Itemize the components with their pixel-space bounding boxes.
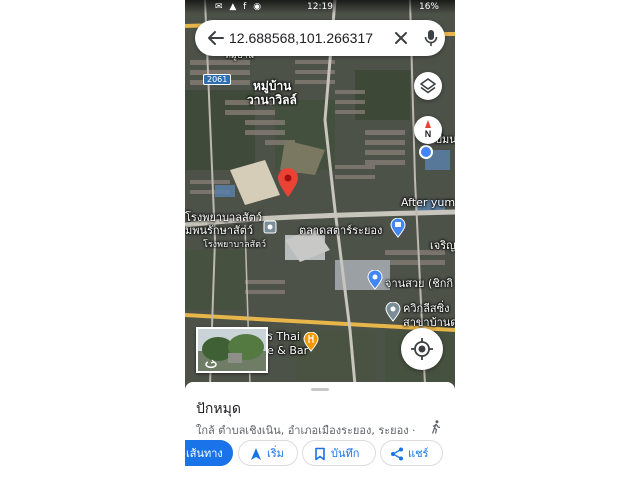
directions-button[interactable]: เส้นทาง — [185, 440, 233, 466]
compass-north-label: N — [424, 129, 432, 139]
street-view-image — [198, 329, 266, 371]
map-label-village-line1: หมู่บ้าน — [253, 79, 292, 93]
layers-button[interactable] — [414, 72, 442, 100]
battery-level: 16% — [418, 2, 439, 12]
share-label: แชร์ — [408, 447, 429, 460]
back-arrow-icon[interactable] — [207, 29, 225, 47]
map-label-bank: จานสวย (ชิกกิ — [385, 277, 454, 290]
street-view-thumbnail[interactable] — [196, 327, 268, 373]
shopping-marker-icon[interactable] — [390, 218, 406, 238]
poi-marker-icon[interactable] — [263, 220, 277, 234]
save-button[interactable]: บันทึก — [302, 440, 376, 466]
start-button[interactable]: เริ่ม — [238, 440, 298, 466]
map-label-clinic-line1: ควิกลีสซิ่ง — [403, 302, 450, 315]
close-icon[interactable] — [393, 30, 409, 46]
phone-screen: 2061 หมู่บ้าน หมู่บ้าน วานาวิลล์ ปั้มน โ… — [185, 0, 455, 480]
map-label-hospital-line1: โรงพยาบาลสัตว์ — [185, 211, 262, 224]
layers-icon — [420, 78, 436, 94]
walk-icon — [431, 420, 441, 434]
dropped-pin-icon[interactable] — [277, 168, 299, 198]
service-marker-icon[interactable] — [385, 302, 401, 322]
map-label-right-cut: เจริญ — [430, 239, 455, 252]
road-shield: 2061 — [203, 74, 232, 85]
bookmark-icon — [315, 447, 325, 461]
action-chips: เส้นทาง เริ่ม บันทึก แชร์ — [185, 440, 455, 470]
mic-icon[interactable] — [423, 29, 439, 47]
my-location-icon — [411, 338, 433, 360]
map-label-market: ตลาดสตาร์ระยอง — [299, 224, 383, 237]
place-subtitle: ใกล้ ตำบลเชิงเนิน, อำเภอเมืองระยอง, ระยอ… — [196, 424, 416, 437]
map-label-restaurant-line1: ร Thai — [267, 330, 300, 343]
save-label: บันทึก — [331, 447, 360, 460]
map-label-hospital-line2: มพนรักษาสัตว์ — [185, 224, 254, 237]
place-title: ปักหมุด — [196, 401, 241, 417]
restaurant-marker-icon[interactable] — [303, 332, 319, 352]
share-icon — [391, 447, 403, 461]
sheet-drag-handle[interactable] — [311, 388, 329, 391]
status-time: 12:19 — [307, 2, 333, 12]
my-location-button[interactable] — [401, 328, 443, 370]
navigation-arrow-icon — [251, 448, 261, 460]
map-label-hospital-line3: โรงพยาบาลสัตว์ — [203, 240, 266, 250]
search-bar[interactable]: 12.688568,101.266317 — [195, 20, 445, 56]
start-label: เริ่ม — [267, 447, 284, 460]
compass-button[interactable]: N — [414, 116, 442, 144]
map-label-village-line2: วานาวิลล์ — [247, 93, 297, 107]
place-bottom-sheet[interactable]: ปักหมุด ใกล้ ตำบลเชิงเนิน, อำเภอเมืองระย… — [185, 382, 455, 480]
notification-icons: ✉ ▲ f ◉ — [215, 2, 264, 12]
map-label-after-yum: After yum — [401, 196, 455, 209]
shopping-marker-icon-2[interactable] — [367, 270, 383, 290]
map-label-restaurant-line2: e & Bar — [267, 344, 309, 357]
directions-label: เส้นทาง — [186, 447, 223, 460]
search-query[interactable]: 12.688568,101.266317 — [229, 29, 373, 47]
status-bar: ✉ ▲ f ◉ 12:19 16% — [185, 0, 455, 14]
share-button[interactable]: แชร์ — [380, 440, 443, 466]
